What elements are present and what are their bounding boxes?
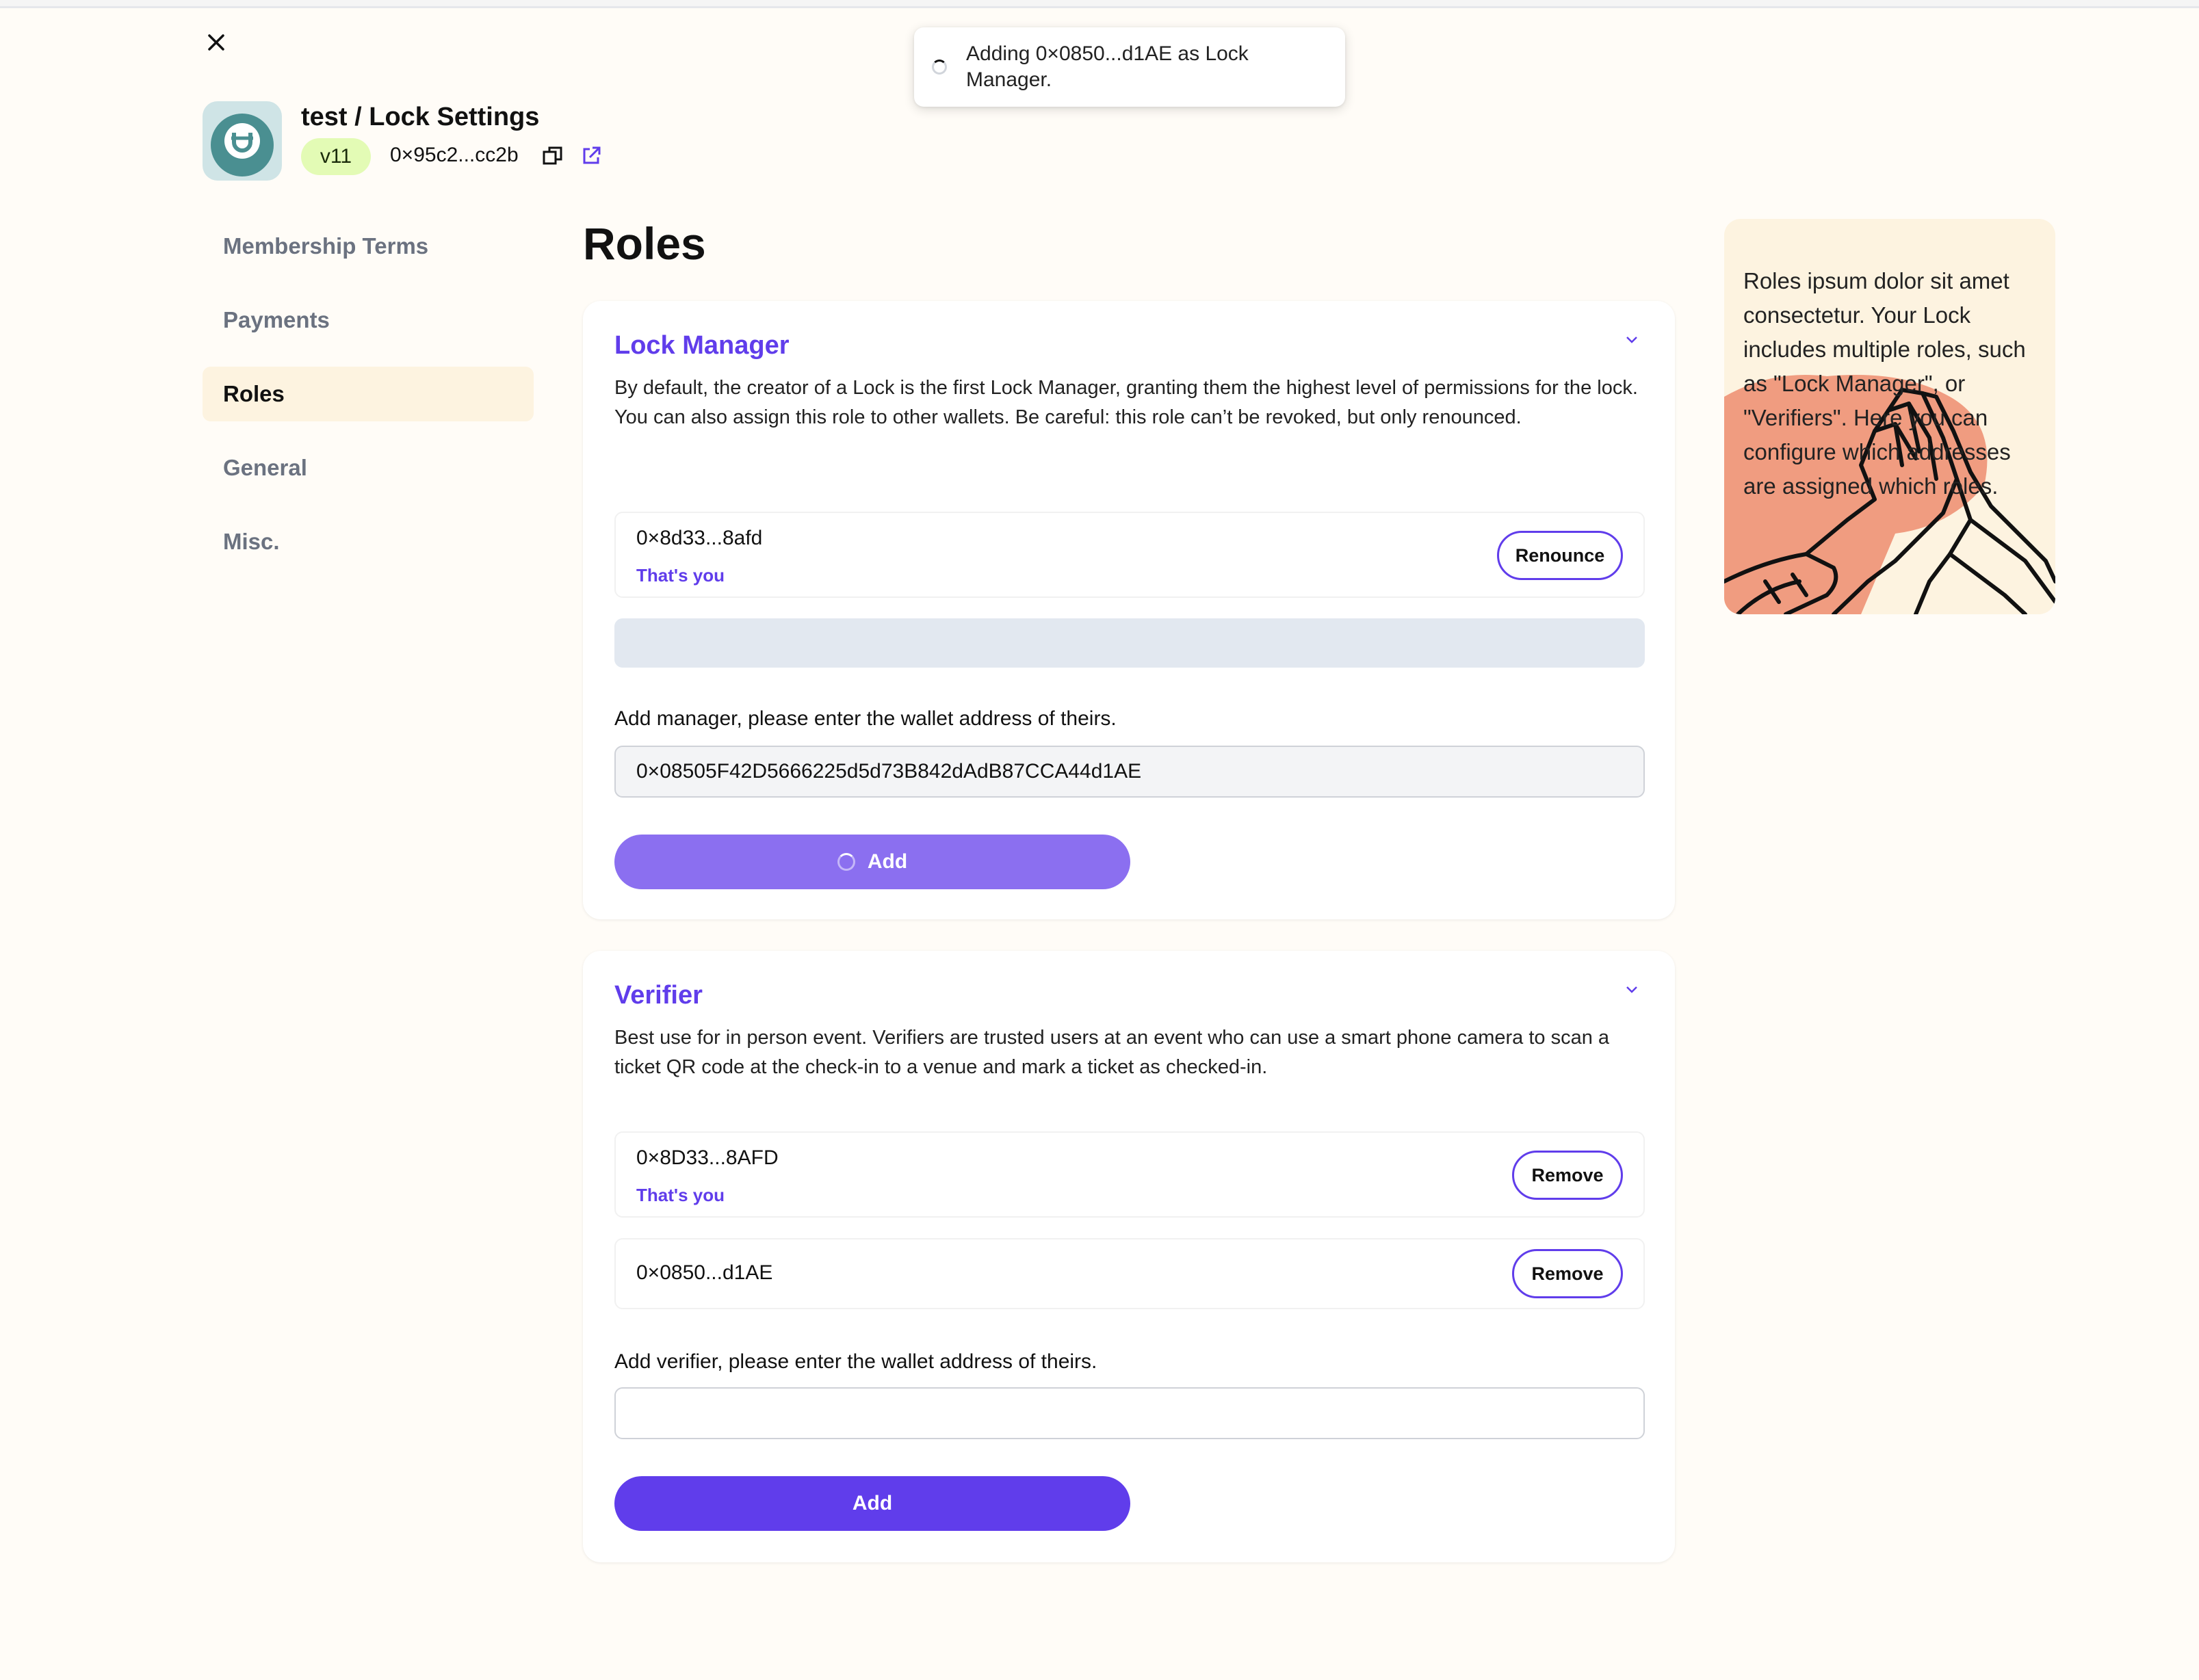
- renounce-button[interactable]: Renounce: [1497, 531, 1623, 580]
- toast-message: Adding 0×0850...d1AE as Lock Manager.: [966, 42, 1249, 91]
- spinner-icon: [932, 60, 947, 75]
- roles-info-text: Roles ipsum dolor sit amet consectetur. …: [1743, 268, 2026, 499]
- chevron-down-icon[interactable]: [1622, 980, 1642, 1000]
- page-title: Roles: [583, 218, 706, 269]
- lock-title: test / Lock Settings: [301, 103, 540, 131]
- verifier-title: Verifier: [614, 981, 703, 1010]
- browser-top-bar: [0, 0, 2199, 8]
- remove-verifier-button[interactable]: Remove: [1512, 1151, 1623, 1200]
- add-manager-button[interactable]: Add: [614, 835, 1130, 889]
- copy-icon[interactable]: [542, 145, 564, 167]
- thats-you-label: That's you: [636, 1185, 725, 1205]
- sidebar-item-membership-terms[interactable]: Membership Terms: [203, 219, 534, 274]
- verifier-address-input[interactable]: [614, 1387, 1645, 1439]
- external-link-icon[interactable]: [580, 145, 602, 167]
- verifier-address: 0×8D33...8AFD: [636, 1146, 779, 1169]
- thats-you-label: That's you: [636, 565, 725, 586]
- remove-verifier-button[interactable]: Remove: [1512, 1249, 1623, 1298]
- lock-manager-card: Lock Manager By default, the creator of …: [583, 301, 1675, 919]
- roles-info-panel: Roles ipsum dolor sit amet consectetur. …: [1724, 219, 2055, 614]
- settings-sidebar: Membership Terms Payments Roles General …: [203, 219, 534, 588]
- lock-manager-title: Lock Manager: [614, 331, 790, 360]
- verifier-address: 0×0850...d1AE: [636, 1261, 773, 1284]
- sidebar-item-general[interactable]: General: [203, 441, 534, 495]
- close-icon[interactable]: [203, 29, 230, 56]
- sidebar-item-misc[interactable]: Misc.: [203, 514, 534, 569]
- add-manager-button-label: Add: [867, 850, 908, 873]
- manager-row: 0×8d33...8afd That's you Renounce: [614, 512, 1645, 598]
- sidebar-item-payments[interactable]: Payments: [203, 293, 534, 347]
- lock-avatar: [203, 101, 282, 181]
- add-verifier-label: Add verifier, please enter the wallet ad…: [614, 1350, 1097, 1373]
- add-manager-label: Add manager, please enter the wallet add…: [614, 707, 1117, 730]
- sidebar-item-roles[interactable]: Roles: [203, 367, 534, 421]
- toast-notification: Adding 0×0850...d1AE as Lock Manager.: [914, 27, 1345, 107]
- verifier-description: Best use for in person event. Verifiers …: [614, 1027, 1610, 1078]
- version-badge: v11: [301, 138, 371, 175]
- lock-manager-description: By default, the creator of a Lock is the…: [614, 377, 1638, 428]
- add-verifier-button[interactable]: Add: [614, 1476, 1130, 1531]
- verifier-row: 0×8D33...8AFD That's you Remove: [614, 1131, 1645, 1218]
- verifier-row: 0×0850...d1AE Remove: [614, 1238, 1645, 1309]
- chevron-down-icon[interactable]: [1622, 330, 1642, 350]
- spinner-icon: [837, 853, 855, 871]
- lock-address: 0×95c2...cc2b: [390, 144, 519, 166]
- verifier-card: Verifier Best use for in person event. V…: [583, 951, 1675, 1562]
- manager-address: 0×8d33...8afd: [636, 527, 763, 549]
- loading-skeleton: [614, 618, 1645, 668]
- manager-address-input[interactable]: [614, 746, 1645, 798]
